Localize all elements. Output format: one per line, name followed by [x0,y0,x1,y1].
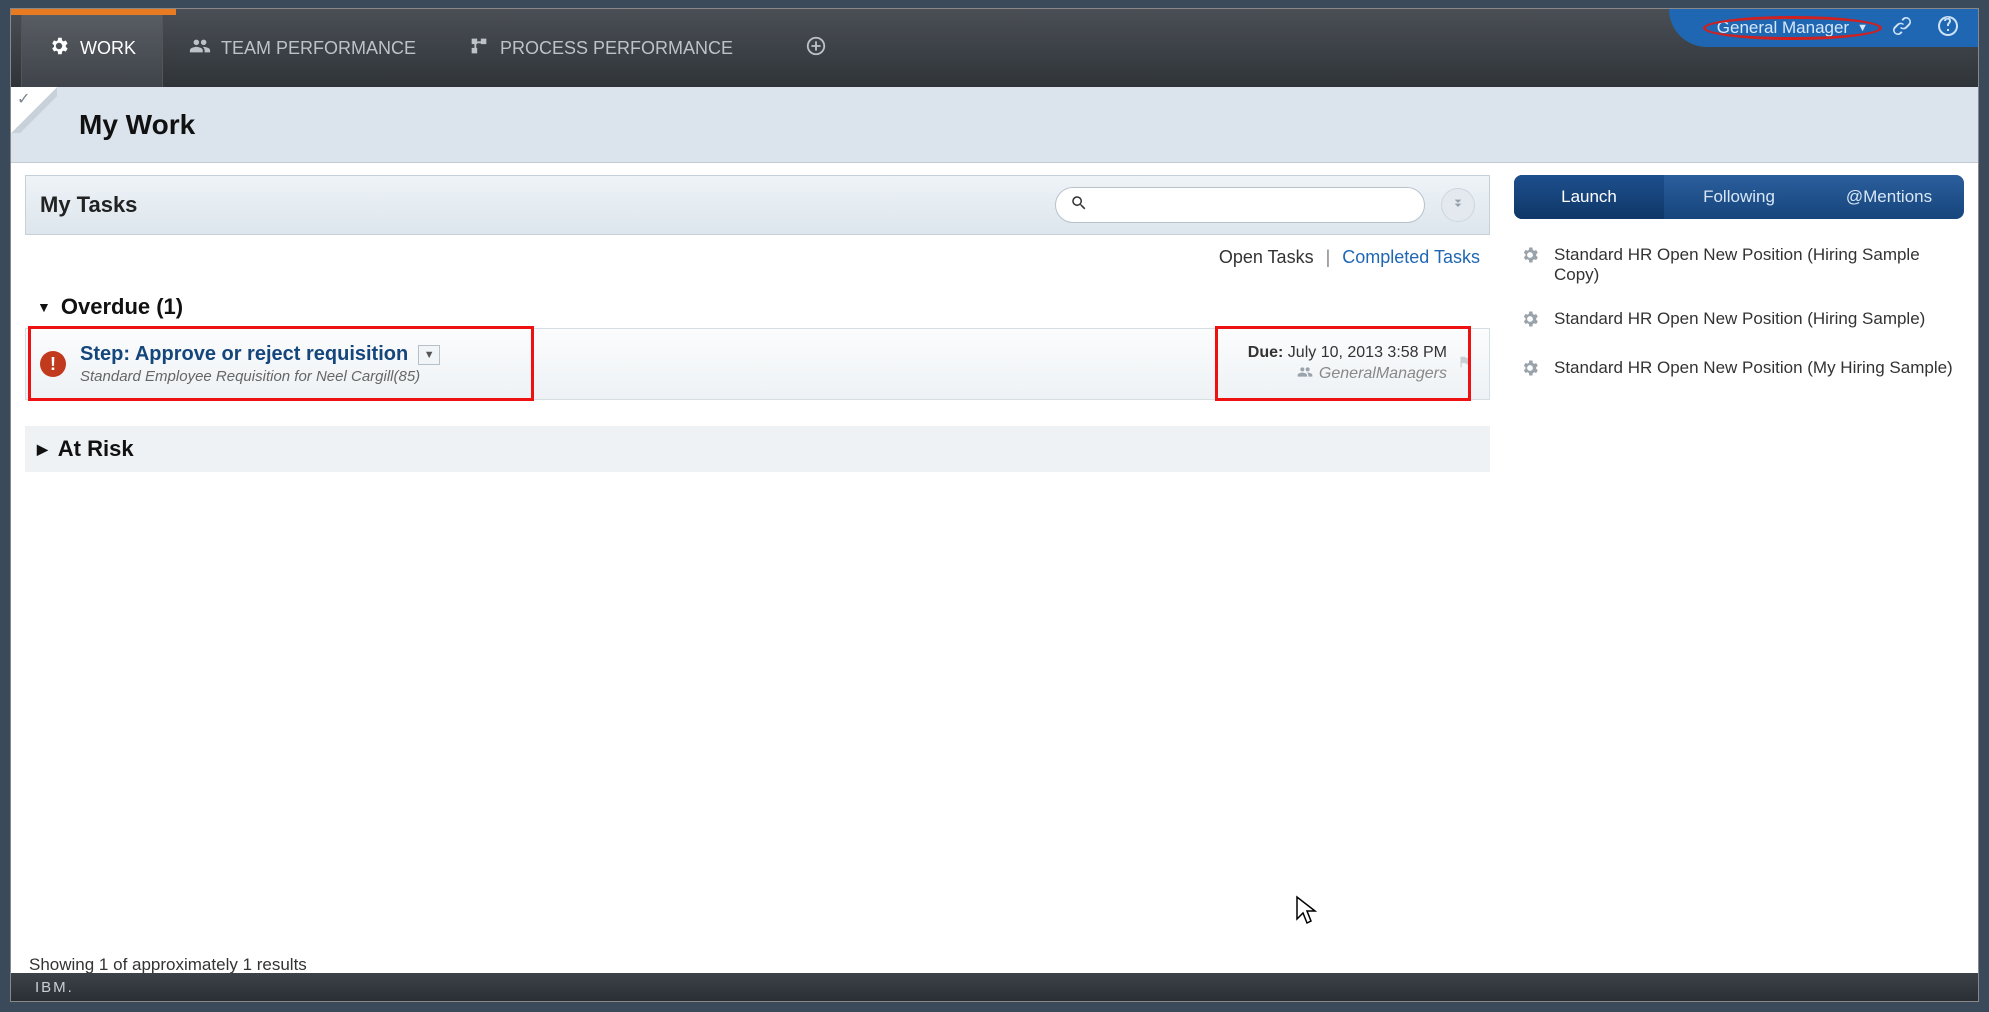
tab-mentions[interactable]: @Mentions [1814,175,1964,219]
task-filter-row: Open Tasks | Completed Tasks [25,235,1490,286]
link-icon[interactable] [1890,14,1914,43]
gear-icon [1520,245,1540,270]
plus-circle-icon [805,35,827,62]
footer-bar: IBM. [11,973,1978,1001]
mytasks-title: My Tasks [40,192,137,218]
cursor-icon [1295,895,1319,930]
section-atrisk-header[interactable]: ▶ At Risk [25,426,1490,472]
user-label: General Manager [1717,18,1849,38]
triangle-right-icon: ▶ [37,441,48,458]
triangle-down-icon: ▼ [37,299,51,315]
launch-item[interactable]: Standard HR Open New Position (Hiring Sa… [1520,309,1958,334]
team-icon [189,35,211,62]
gear-icon [48,35,70,62]
nav-work[interactable]: WORK [21,9,163,87]
search-icon [1070,194,1088,217]
search-input[interactable] [1098,197,1410,214]
launch-item[interactable]: Standard HR Open New Position (My Hiring… [1520,358,1958,383]
gear-icon [1520,358,1540,383]
launch-list: Standard HR Open New Position (Hiring Sa… [1514,245,1964,383]
gear-icon [1520,309,1540,334]
filter-completed-tasks[interactable]: Completed Tasks [1342,247,1480,268]
chevron-down-icon: ▼ [1857,22,1868,34]
task-due-label: Due: [1248,344,1284,361]
section-atrisk-label: At Risk [58,436,134,462]
nav-team-performance[interactable]: TEAM PERFORMANCE [163,9,442,87]
accent-bar [11,9,176,15]
filter-separator: | [1326,247,1331,268]
task-subtitle: Standard Employee Requisition for Neel C… [80,368,440,385]
page-header: My Work [11,87,1978,163]
nav-team-label: TEAM PERFORMANCE [221,38,416,59]
nav-process-label: PROCESS PERFORMANCE [500,38,733,59]
group-icon [1297,364,1313,385]
process-icon [468,35,490,62]
results-count: Showing 1 of approximately 1 results [29,955,307,975]
flag-icon[interactable] [1457,353,1471,376]
expand-button[interactable] [1441,188,1475,222]
task-dropdown-button[interactable]: ▼ [418,345,440,365]
overdue-alert-icon: ! [40,351,66,377]
user-menu[interactable]: General Manager ▼ [1717,18,1868,38]
page-dogear-icon [11,87,57,133]
chevrons-down-icon [1450,195,1466,216]
right-panel-tabs: Launch Following @Mentions [1514,175,1964,219]
nav-add[interactable] [779,9,853,87]
nav-process-performance[interactable]: PROCESS PERFORMANCE [442,9,759,87]
tab-launch[interactable]: Launch [1514,175,1664,219]
filter-open-tasks[interactable]: Open Tasks [1219,247,1314,268]
task-meta: Due: July 10, 2013 3:58 PM GeneralManage… [1248,344,1447,385]
launch-item-label: Standard HR Open New Position (My Hiring… [1554,358,1953,378]
section-overdue-label: Overdue (1) [61,294,183,320]
page-title: My Work [79,109,195,141]
user-menu-bar: General Manager ▼ [1669,9,1978,47]
section-overdue-header[interactable]: ▼ Overdue (1) [25,286,1490,328]
task-group: GeneralManagers [1319,365,1447,383]
nav-work-label: WORK [80,38,136,59]
search-input-wrap[interactable] [1055,187,1425,223]
task-due-value: July 10, 2013 3:58 PM [1283,344,1447,361]
tab-following[interactable]: Following [1664,175,1814,219]
launch-item-label: Standard HR Open New Position (Hiring Sa… [1554,245,1958,285]
task-title[interactable]: Step: Approve or reject requisition [80,343,408,366]
launch-item-label: Standard HR Open New Position (Hiring Sa… [1554,309,1925,329]
launch-item[interactable]: Standard HR Open New Position (Hiring Sa… [1520,245,1958,285]
task-row[interactable]: ! Step: Approve or reject requisition ▼ … [25,328,1490,400]
help-icon[interactable] [1936,14,1960,43]
mytasks-bar: My Tasks [25,175,1490,235]
footer-brand: IBM. [35,979,74,996]
